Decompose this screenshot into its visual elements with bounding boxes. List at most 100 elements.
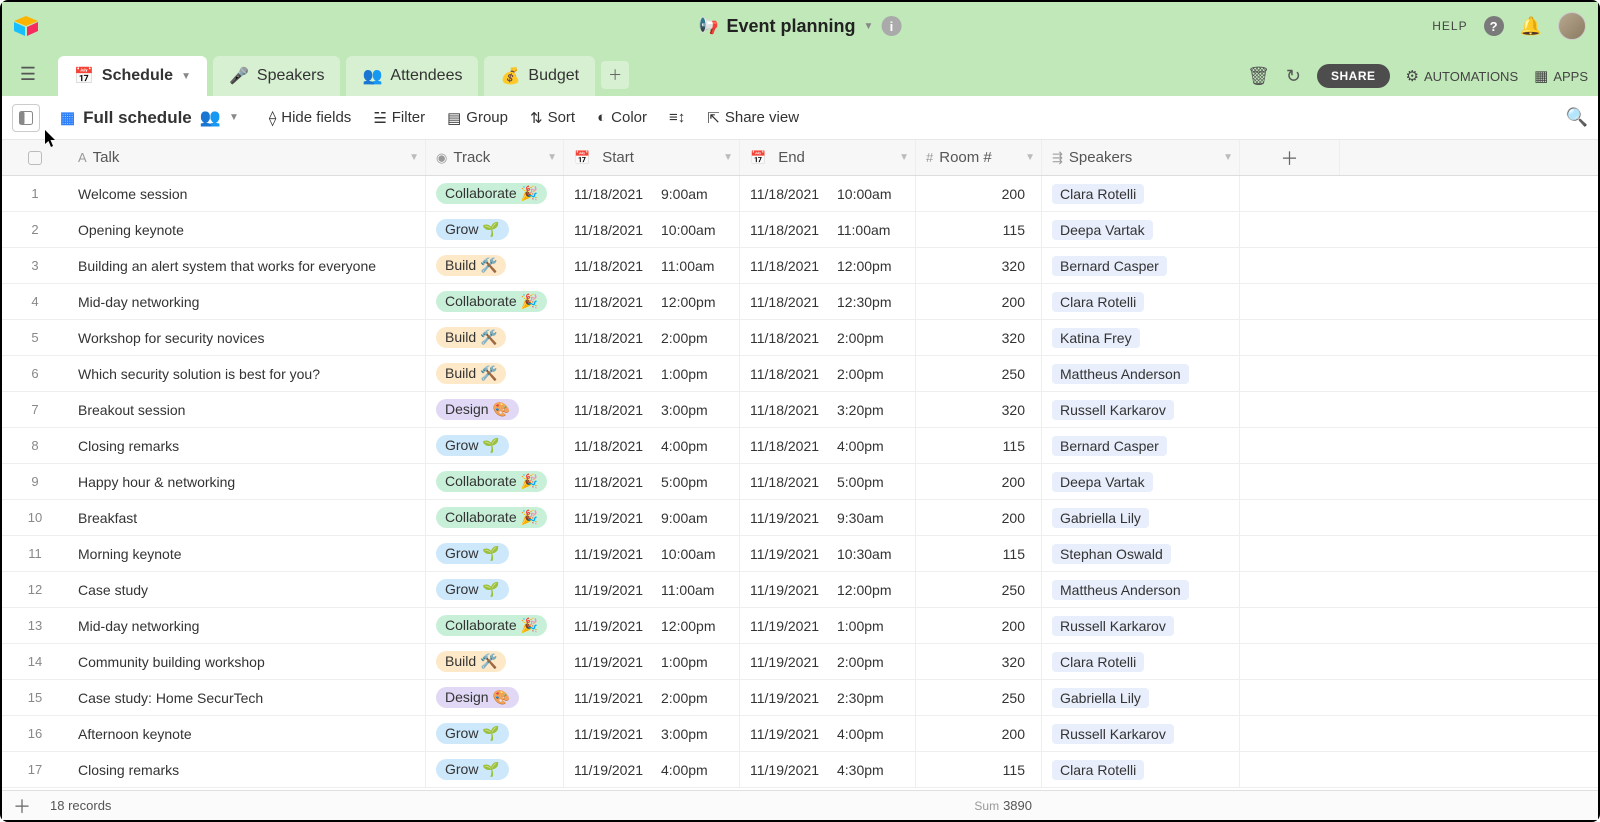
table-row[interactable]: 1 Welcome session Collaborate 🎉 11/18/20…	[2, 176, 1598, 212]
cell-talk[interactable]: Welcome session	[68, 176, 426, 211]
cell-talk[interactable]: Closing remarks	[68, 752, 426, 787]
cell-room[interactable]: 320	[916, 644, 1042, 679]
row-height-button[interactable]: ≡↕	[669, 109, 685, 127]
column-header-speakers[interactable]: ⇶Speakers▼	[1042, 140, 1240, 175]
row-number[interactable]: 2	[2, 212, 68, 247]
cell-start[interactable]: 11/18/202110:00am	[564, 212, 740, 247]
cell-start[interactable]: 11/19/202111:00am	[564, 572, 740, 607]
cell-start[interactable]: 11/18/202111:00am	[564, 248, 740, 283]
cell-speakers[interactable]: Clara Rotelli	[1042, 176, 1240, 211]
cell-room[interactable]: 200	[916, 464, 1042, 499]
cell-track[interactable]: Grow 🌱	[426, 536, 564, 571]
cell-talk[interactable]: Breakout session	[68, 392, 426, 427]
cell-start[interactable]: 11/19/20211:00pm	[564, 644, 740, 679]
filter-button[interactable]: ☱Filter	[373, 109, 425, 127]
table-row[interactable]: 16 Afternoon keynote Grow 🌱 11/19/20213:…	[2, 716, 1598, 752]
cell-talk[interactable]: Community building workshop	[68, 644, 426, 679]
row-number[interactable]: 11	[2, 536, 68, 571]
sidebar-toggle[interactable]	[12, 104, 40, 132]
cell-room[interactable]: 200	[916, 500, 1042, 535]
cell-track[interactable]: Build 🛠️	[426, 356, 564, 391]
cell-end[interactable]: 11/19/20212:00pm	[740, 644, 916, 679]
chevron-down-icon[interactable]: ▼	[723, 152, 733, 163]
cell-track[interactable]: Collaborate 🎉	[426, 608, 564, 643]
cell-end[interactable]: 11/18/202111:00am	[740, 212, 916, 247]
cell-track[interactable]: Collaborate 🎉	[426, 464, 564, 499]
cell-end[interactable]: 11/18/20212:00pm	[740, 356, 916, 391]
table-row[interactable]: 12 Case study Grow 🌱 11/19/202111:00am 1…	[2, 572, 1598, 608]
table-row[interactable]: 4 Mid-day networking Collaborate 🎉 11/18…	[2, 284, 1598, 320]
cell-track[interactable]: Build 🛠️	[426, 320, 564, 355]
cell-start[interactable]: 11/19/20219:00am	[564, 500, 740, 535]
cell-start[interactable]: 11/18/20213:00pm	[564, 392, 740, 427]
table-tab-attendees[interactable]: 👥Attendees	[346, 56, 478, 96]
column-header-room[interactable]: #Room #▼	[916, 140, 1042, 175]
cell-talk[interactable]: Mid-day networking	[68, 284, 426, 319]
cell-speakers[interactable]: Mattheus Anderson	[1042, 356, 1240, 391]
row-number[interactable]: 17	[2, 752, 68, 787]
cell-track[interactable]: Build 🛠️	[426, 248, 564, 283]
cell-speakers[interactable]: Clara Rotelli	[1042, 284, 1240, 319]
cell-room[interactable]: 115	[916, 752, 1042, 787]
add-column-button[interactable]: ＋	[1240, 140, 1340, 175]
cell-track[interactable]: Design 🎨	[426, 392, 564, 427]
cell-speakers[interactable]: Deepa Vartak	[1042, 464, 1240, 499]
cell-speakers[interactable]: Russell Karkarov	[1042, 716, 1240, 751]
cell-track[interactable]: Grow 🌱	[426, 716, 564, 751]
cell-track[interactable]: Grow 🌱	[426, 752, 564, 787]
row-number[interactable]: 5	[2, 320, 68, 355]
cell-end[interactable]: 11/18/202112:30pm	[740, 284, 916, 319]
cell-end[interactable]: 11/19/20219:30am	[740, 500, 916, 535]
cell-end[interactable]: 11/18/20214:00pm	[740, 428, 916, 463]
user-avatar[interactable]	[1558, 12, 1586, 40]
cell-talk[interactable]: Workshop for security novices	[68, 320, 426, 355]
cell-speakers[interactable]: Gabriella Lily	[1042, 500, 1240, 535]
add-row-button[interactable]: ＋	[8, 792, 36, 820]
row-number[interactable]: 12	[2, 572, 68, 607]
column-header-talk[interactable]: ATalk▼	[68, 140, 426, 175]
cell-room[interactable]: 115	[916, 536, 1042, 571]
table-row[interactable]: 5 Workshop for security novices Build 🛠️…	[2, 320, 1598, 356]
trash-icon[interactable]: 🗑	[1247, 66, 1270, 87]
cell-track[interactable]: Collaborate 🎉	[426, 500, 564, 535]
cell-room[interactable]: 320	[916, 392, 1042, 427]
cell-start[interactable]: 11/18/202112:00pm	[564, 284, 740, 319]
chevron-down-icon[interactable]: ▼	[547, 152, 557, 163]
cell-end[interactable]: 11/19/202112:00pm	[740, 572, 916, 607]
cell-room[interactable]: 250	[916, 680, 1042, 715]
cell-speakers[interactable]: Russell Karkarov	[1042, 608, 1240, 643]
table-row[interactable]: 2 Opening keynote Grow 🌱 11/18/202110:00…	[2, 212, 1598, 248]
cell-talk[interactable]: Happy hour & networking	[68, 464, 426, 499]
airtable-logo-icon[interactable]	[14, 16, 38, 36]
table-row[interactable]: 10 Breakfast Collaborate 🎉 11/19/20219:0…	[2, 500, 1598, 536]
cell-talk[interactable]: Mid-day networking	[68, 608, 426, 643]
cell-room[interactable]: 200	[916, 176, 1042, 211]
help-icon[interactable]: ?	[1484, 16, 1504, 36]
cell-start[interactable]: 11/19/202112:00pm	[564, 608, 740, 643]
row-number[interactable]: 16	[2, 716, 68, 751]
cell-speakers[interactable]: Gabriella Lily	[1042, 680, 1240, 715]
cell-speakers[interactable]: Deepa Vartak	[1042, 212, 1240, 247]
cell-track[interactable]: Collaborate 🎉	[426, 176, 564, 211]
row-number[interactable]: 1	[2, 176, 68, 211]
cell-end[interactable]: 11/18/20215:00pm	[740, 464, 916, 499]
chevron-down-icon[interactable]: ▼	[864, 21, 874, 32]
cell-speakers[interactable]: Katina Frey	[1042, 320, 1240, 355]
table-row[interactable]: 3 Building an alert system that works fo…	[2, 248, 1598, 284]
cell-start[interactable]: 11/18/20219:00am	[564, 176, 740, 211]
cell-start[interactable]: 11/18/20212:00pm	[564, 320, 740, 355]
apps-button[interactable]: ▦APPS	[1534, 67, 1588, 85]
cell-room[interactable]: 115	[916, 212, 1042, 247]
cell-end[interactable]: 11/18/20213:20pm	[740, 392, 916, 427]
table-row[interactable]: 17 Closing remarks Grow 🌱 11/19/20214:00…	[2, 752, 1598, 788]
share-view-button[interactable]: ⇱Share view	[707, 109, 799, 127]
cell-room[interactable]: 200	[916, 284, 1042, 319]
cell-talk[interactable]: Which security solution is best for you?	[68, 356, 426, 391]
cell-start[interactable]: 11/18/20215:00pm	[564, 464, 740, 499]
table-tab-speakers[interactable]: 🎤Speakers	[213, 56, 341, 96]
cell-talk[interactable]: Case study: Home SecurTech	[68, 680, 426, 715]
row-number[interactable]: 8	[2, 428, 68, 463]
cell-speakers[interactable]: Bernard Casper	[1042, 248, 1240, 283]
row-number[interactable]: 10	[2, 500, 68, 535]
cell-end[interactable]: 11/19/20212:30pm	[740, 680, 916, 715]
